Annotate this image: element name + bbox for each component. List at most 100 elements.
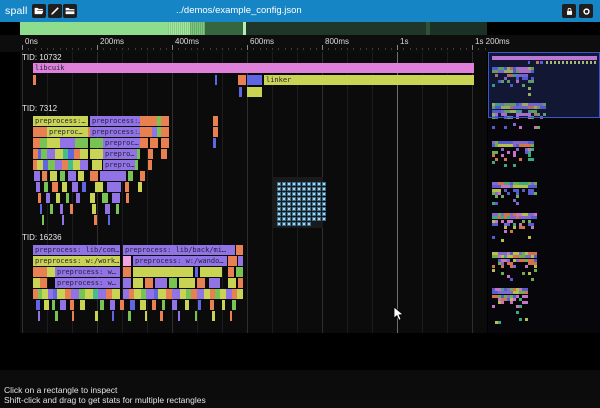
flame-bar[interactable] [133, 267, 193, 277]
flame-bar[interactable] [213, 116, 218, 126]
flame-bar[interactable] [33, 278, 40, 288]
flame-bar[interactable] [33, 267, 47, 277]
flame-bar[interactable] [78, 171, 84, 181]
flame-bar[interactable] [126, 193, 129, 203]
flame-bar[interactable] [228, 278, 236, 288]
flame-bar[interactable] [66, 193, 69, 203]
flame-bar[interactable] [145, 278, 153, 288]
flame-bar[interactable] [155, 278, 167, 288]
flame-bar[interactable] [140, 300, 146, 310]
flame-bar[interactable] [172, 300, 177, 310]
flame-bar[interactable] [247, 87, 262, 97]
time-ruler[interactable]: 0ns200ms400ms600ms800ms1s1s 200ms [0, 35, 600, 52]
flame-bar[interactable] [42, 215, 44, 225]
flame-bar[interactable] [95, 182, 103, 192]
flame-bar[interactable] [134, 289, 141, 299]
flame-bar[interactable] [50, 204, 53, 214]
flame-bar[interactable] [200, 267, 222, 277]
flame-bar[interactable] [178, 311, 180, 321]
flame-bar[interactable] [222, 300, 225, 310]
flame-bar[interactable]: preprocess: w… [55, 278, 120, 288]
flame-bar[interactable]: libcuik [33, 63, 474, 73]
flame-bar[interactable] [60, 204, 63, 214]
flame-bar[interactable] [62, 182, 67, 192]
flame-bar[interactable] [33, 127, 47, 137]
flame-bar[interactable] [116, 204, 119, 214]
flame-bar[interactable] [90, 138, 103, 148]
flame-bar[interactable] [100, 171, 126, 181]
flame-bar[interactable] [98, 289, 106, 299]
flame-bar[interactable] [213, 138, 216, 148]
flame-bar[interactable] [47, 149, 55, 159]
flame-bar[interactable] [130, 300, 135, 310]
flame-bar[interactable] [55, 311, 58, 321]
flame-bar[interactable]: preproc… [103, 138, 140, 148]
flame-bar[interactable] [238, 75, 246, 85]
flame-bar[interactable] [148, 160, 152, 170]
flame-bar[interactable] [128, 171, 133, 181]
flame-bar[interactable] [108, 215, 110, 225]
flame-bar[interactable] [42, 171, 47, 181]
flame-bar[interactable] [247, 75, 262, 85]
flame-bar[interactable] [76, 193, 80, 203]
flame-bar[interactable] [73, 160, 80, 170]
flame-bar[interactable] [71, 289, 79, 299]
flame-bar[interactable] [123, 256, 131, 266]
flame-bar[interactable] [212, 311, 215, 321]
flame-bar[interactable] [36, 182, 40, 192]
flame-bar[interactable]: preprocess: w:/work… [33, 256, 120, 266]
flame-bar[interactable] [152, 300, 156, 310]
flame-bar[interactable] [92, 160, 102, 170]
flame-bar[interactable] [102, 193, 108, 203]
flame-bar[interactable] [138, 182, 142, 192]
flame-bar[interactable] [100, 300, 104, 310]
flame-bar[interactable] [228, 267, 234, 277]
flame-bar[interactable] [38, 193, 41, 203]
flame-bar[interactable] [161, 116, 169, 126]
flame-bar[interactable] [105, 204, 110, 214]
flame-bar[interactable] [185, 300, 189, 310]
flame-bar[interactable] [55, 149, 63, 159]
flame-bar[interactable] [112, 193, 120, 203]
flame-bar[interactable] [40, 138, 47, 148]
flame-bar[interactable] [172, 289, 180, 299]
flame-bar[interactable] [161, 138, 169, 148]
flame-bar[interactable] [123, 267, 131, 277]
flame-bar[interactable] [112, 289, 120, 299]
flame-viewport[interactable]: TID: 10732libcuiklinkerTID: 7312preproce… [20, 52, 487, 333]
flame-bar[interactable] [60, 171, 65, 181]
flame-bar[interactable]: preprocess: lib/com… [33, 245, 120, 255]
minimap-viewport[interactable] [488, 52, 600, 118]
flame-bar[interactable] [92, 204, 96, 214]
flame-bar[interactable] [195, 311, 197, 321]
flame-bar[interactable] [161, 149, 167, 159]
flame-bar[interactable] [36, 300, 40, 310]
flame-bar[interactable] [75, 138, 88, 148]
flame-bar[interactable] [70, 300, 74, 310]
flame-bar[interactable] [47, 138, 60, 148]
flame-bar[interactable] [150, 138, 158, 148]
flame-bar[interactable] [34, 171, 40, 181]
flame-bar[interactable] [135, 160, 138, 170]
flame-bar[interactable] [128, 311, 131, 321]
flame-bar[interactable] [52, 300, 55, 310]
flame-bar[interactable] [62, 215, 64, 225]
flame-bar[interactable] [123, 278, 131, 288]
flame-bar[interactable]: preprocess: w… [55, 267, 120, 277]
flame-bar[interactable] [195, 267, 198, 277]
flame-bar[interactable] [95, 311, 98, 321]
flame-bar[interactable] [33, 138, 40, 148]
flame-bar[interactable]: preproc… [47, 127, 88, 137]
flame-bar[interactable] [90, 171, 98, 181]
flame-bar[interactable] [236, 245, 243, 255]
flame-bar[interactable]: preprocess: lib/back/mi… [123, 245, 235, 255]
flame-bar[interactable] [112, 311, 114, 321]
flame-bar[interactable] [72, 182, 78, 192]
flame-bar[interactable] [94, 215, 97, 225]
flame-bar[interactable] [72, 311, 74, 321]
flame-bar[interactable] [46, 193, 50, 203]
flame-bar[interactable] [213, 127, 218, 137]
flame-bar[interactable] [230, 311, 232, 321]
flame-bar[interactable] [38, 311, 40, 321]
flame-bar[interactable] [90, 149, 103, 159]
